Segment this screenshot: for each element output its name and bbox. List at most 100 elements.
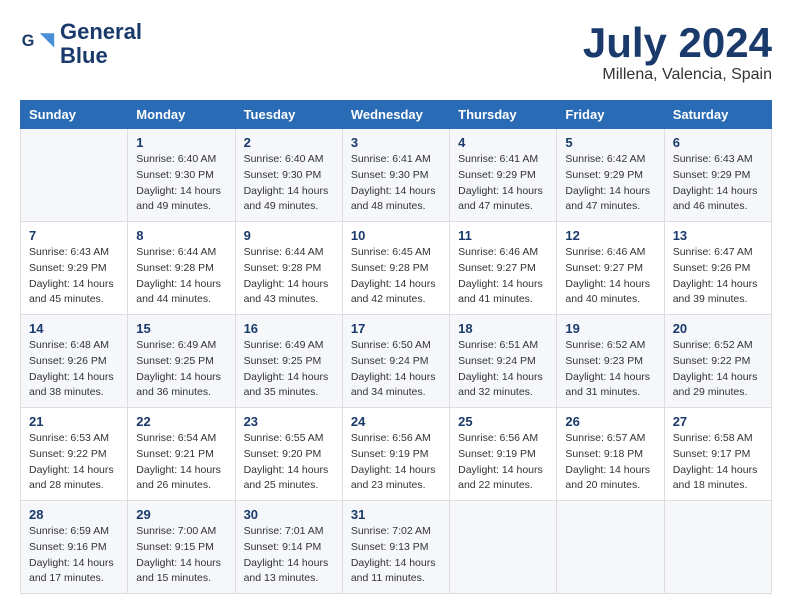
day-number: 16 [244,321,334,336]
day-number: 17 [351,321,441,336]
day-number: 28 [29,507,119,522]
day-number: 3 [351,135,441,150]
day-info: Sunrise: 7:02 AMSunset: 9:13 PMDaylight:… [351,524,441,587]
day-number: 18 [458,321,548,336]
calendar-cell: 23 Sunrise: 6:55 AMSunset: 9:20 PMDayligh… [235,408,342,501]
calendar-cell: 3 Sunrise: 6:41 AMSunset: 9:30 PMDaylight… [342,129,449,222]
day-number: 4 [458,135,548,150]
day-number: 30 [244,507,334,522]
day-number: 29 [136,507,226,522]
day-number: 24 [351,414,441,429]
calendar-cell: 30 Sunrise: 7:01 AMSunset: 9:14 PMDayligh… [235,501,342,594]
day-info: Sunrise: 6:42 AMSunset: 9:29 PMDaylight:… [565,152,655,215]
day-info: Sunrise: 6:53 AMSunset: 9:22 PMDaylight:… [29,431,119,494]
calendar-cell [450,501,557,594]
calendar-cell: 9 Sunrise: 6:44 AMSunset: 9:28 PMDaylight… [235,222,342,315]
day-number: 22 [136,414,226,429]
day-number: 11 [458,228,548,243]
day-number: 9 [244,228,334,243]
month-title: July 2024 [583,20,772,66]
day-number: 7 [29,228,119,243]
weekday-header: Tuesday [235,101,342,129]
day-number: 2 [244,135,334,150]
day-number: 13 [673,228,763,243]
day-info: Sunrise: 6:46 AMSunset: 9:27 PMDaylight:… [458,245,548,308]
calendar-cell: 19Sunrise: 6:52 AMSunset: 9:23 PMDayligh… [557,315,664,408]
logo-icon: G [20,26,56,62]
calendar-cell: 11 Sunrise: 6:46 AMSunset: 9:27 PMDayligh… [450,222,557,315]
day-info: Sunrise: 6:52 AMSunset: 9:23 PMDaylight:… [565,338,655,401]
location: Millena, Valencia, Spain [583,66,772,84]
calendar-cell: 6Sunrise: 6:43 AMSunset: 9:29 PMDaylight… [664,129,771,222]
calendar-cell: 24 Sunrise: 6:56 AMSunset: 9:19 PMDayligh… [342,408,449,501]
calendar-cell: 31Sunrise: 7:02 AMSunset: 9:13 PMDayligh… [342,501,449,594]
logo: G General Blue [20,20,142,68]
weekday-header: Thursday [450,101,557,129]
day-number: 23 [244,414,334,429]
calendar-header-row: SundayMondayTuesdayWednesdayThursdayFrid… [21,101,772,129]
day-number: 5 [565,135,655,150]
calendar-cell: 13 Sunrise: 6:47 AMSunset: 9:26 PMDayligh… [664,222,771,315]
day-number: 1 [136,135,226,150]
day-info: Sunrise: 6:41 AMSunset: 9:30 PMDaylight:… [351,152,441,215]
day-info: Sunrise: 6:41 AMSunset: 9:29 PMDaylight:… [458,152,548,215]
weekday-header: Friday [557,101,664,129]
weekday-header: Monday [128,101,235,129]
day-number: 27 [673,414,763,429]
calendar-cell: 8 Sunrise: 6:44 AMSunset: 9:28 PMDaylight… [128,222,235,315]
calendar-cell: 7Sunrise: 6:43 AMSunset: 9:29 PMDaylight… [21,222,128,315]
day-info: Sunrise: 6:49 AMSunset: 9:25 PMDaylight:… [244,338,334,401]
day-info: Sunrise: 6:55 AMSunset: 9:20 PMDaylight:… [244,431,334,494]
calendar-cell: 25Sunrise: 6:56 AMSunset: 9:19 PMDayligh… [450,408,557,501]
day-info: Sunrise: 6:59 AMSunset: 9:16 PMDaylight:… [29,524,119,587]
calendar-week-row: 21 Sunrise: 6:53 AMSunset: 9:22 PMDayligh… [21,408,772,501]
calendar-table: SundayMondayTuesdayWednesdayThursdayFrid… [20,100,772,594]
day-number: 15 [136,321,226,336]
day-number: 20 [673,321,763,336]
calendar-cell: 22 Sunrise: 6:54 AMSunset: 9:21 PMDayligh… [128,408,235,501]
day-info: Sunrise: 6:52 AMSunset: 9:22 PMDaylight:… [673,338,763,401]
day-info: Sunrise: 6:44 AMSunset: 9:28 PMDaylight:… [136,245,226,308]
calendar-cell: 2Sunrise: 6:40 AMSunset: 9:30 PMDaylight… [235,129,342,222]
day-info: Sunrise: 6:57 AMSunset: 9:18 PMDaylight:… [565,431,655,494]
calendar-cell: 14 Sunrise: 6:48 AMSunset: 9:26 PMDayligh… [21,315,128,408]
calendar-cell: 4 Sunrise: 6:41 AMSunset: 9:29 PMDaylight… [450,129,557,222]
day-info: Sunrise: 6:46 AMSunset: 9:27 PMDaylight:… [565,245,655,308]
calendar-cell [21,129,128,222]
day-info: Sunrise: 6:56 AMSunset: 9:19 PMDaylight:… [351,431,441,494]
calendar-cell: 17 Sunrise: 6:50 AMSunset: 9:24 PMDayligh… [342,315,449,408]
calendar-cell: 18 Sunrise: 6:51 AMSunset: 9:24 PMDayligh… [450,315,557,408]
calendar-week-row: 1 Sunrise: 6:40 AMSunset: 9:30 PMDaylight… [21,129,772,222]
calendar-week-row: 7Sunrise: 6:43 AMSunset: 9:29 PMDaylight… [21,222,772,315]
svg-text:G: G [22,32,35,50]
title-block: July 2024 Millena, Valencia, Spain [583,20,772,84]
day-info: Sunrise: 6:50 AMSunset: 9:24 PMDaylight:… [351,338,441,401]
day-info: Sunrise: 6:56 AMSunset: 9:19 PMDaylight:… [458,431,548,494]
day-info: Sunrise: 6:44 AMSunset: 9:28 PMDaylight:… [244,245,334,308]
calendar-cell: 20 Sunrise: 6:52 AMSunset: 9:22 PMDayligh… [664,315,771,408]
day-number: 14 [29,321,119,336]
calendar-cell [557,501,664,594]
calendar-cell [664,501,771,594]
day-number: 26 [565,414,655,429]
day-info: Sunrise: 7:01 AMSunset: 9:14 PMDaylight:… [244,524,334,587]
day-info: Sunrise: 6:45 AMSunset: 9:28 PMDaylight:… [351,245,441,308]
day-info: Sunrise: 6:49 AMSunset: 9:25 PMDaylight:… [136,338,226,401]
logo-text: General Blue [60,20,142,68]
day-info: Sunrise: 6:48 AMSunset: 9:26 PMDaylight:… [29,338,119,401]
day-info: Sunrise: 6:47 AMSunset: 9:26 PMDaylight:… [673,245,763,308]
day-number: 8 [136,228,226,243]
calendar-cell: 1 Sunrise: 6:40 AMSunset: 9:30 PMDaylight… [128,129,235,222]
weekday-header: Saturday [664,101,771,129]
day-info: Sunrise: 6:51 AMSunset: 9:24 PMDaylight:… [458,338,548,401]
weekday-header: Sunday [21,101,128,129]
calendar-cell: 29 Sunrise: 7:00 AMSunset: 9:15 PMDayligh… [128,501,235,594]
day-number: 12 [565,228,655,243]
page-header: G General Blue July 2024 Millena, Valenc… [20,20,772,84]
day-info: Sunrise: 7:00 AMSunset: 9:15 PMDaylight:… [136,524,226,587]
day-info: Sunrise: 6:54 AMSunset: 9:21 PMDaylight:… [136,431,226,494]
calendar-cell: 5 Sunrise: 6:42 AMSunset: 9:29 PMDaylight… [557,129,664,222]
day-info: Sunrise: 6:40 AMSunset: 9:30 PMDaylight:… [136,152,226,215]
day-number: 21 [29,414,119,429]
calendar-cell: 15 Sunrise: 6:49 AMSunset: 9:25 PMDayligh… [128,315,235,408]
